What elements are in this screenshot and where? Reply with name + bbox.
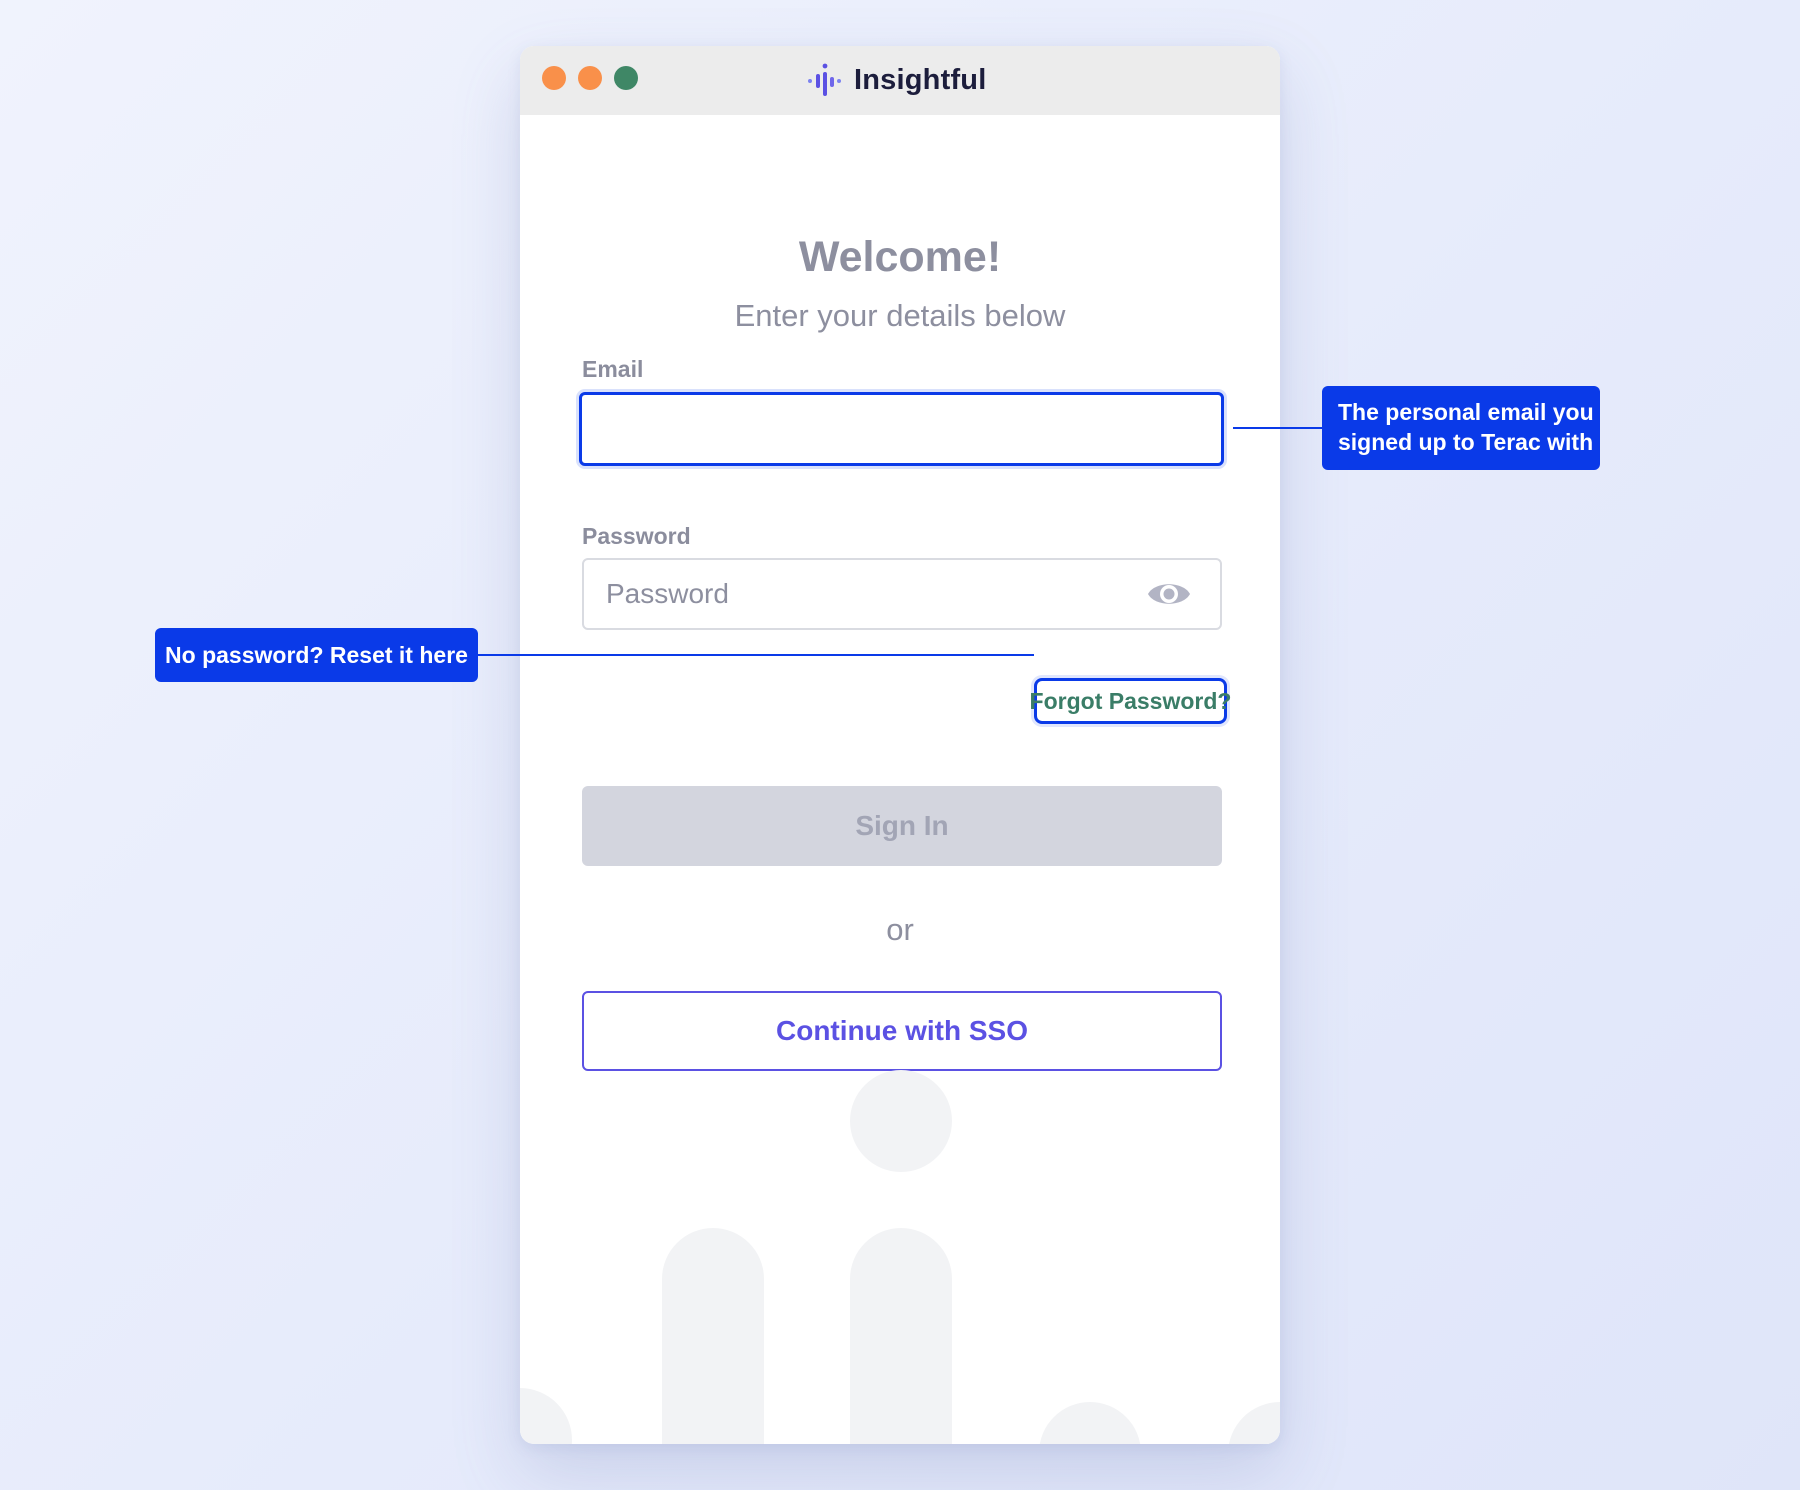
insightful-logo-icon [808, 63, 841, 96]
login-form: Welcome! Enter your details below Email … [520, 115, 1280, 1444]
decorative-circle [520, 1388, 572, 1444]
email-label: Email [582, 356, 644, 382]
forgot-password-link[interactable]: Forgot Password? [1030, 678, 1231, 724]
page-subtitle: Enter your details below [734, 298, 1066, 333]
title-bar: Insightful [520, 46, 1280, 115]
close-window-button[interactable] [542, 66, 566, 90]
password-field[interactable] [584, 560, 1144, 628]
decorative-dot [850, 1070, 952, 1172]
email-callout-connector [1233, 427, 1322, 429]
password-field-container [582, 558, 1222, 630]
brand: Insightful [806, 58, 986, 102]
or-divider: or [886, 912, 914, 947]
email-field[interactable] [579, 392, 1224, 466]
minimize-window-button[interactable] [578, 66, 602, 90]
app-window: Insightful Welcome! Enter your details b… [520, 46, 1280, 1444]
eye-icon[interactable] [1146, 576, 1192, 612]
email-callout-line: signed up to Terac with [1338, 429, 1594, 455]
forgot-password-callout: No password? Reset it here [155, 628, 478, 682]
brand-name: Insightful [854, 63, 987, 96]
maximize-window-button[interactable] [614, 66, 638, 90]
decorative-circle [1228, 1402, 1280, 1444]
decorative-bar [850, 1228, 952, 1444]
email-callout-line: The personal email you [1338, 399, 1594, 425]
decorative-bar [1039, 1402, 1141, 1444]
password-label: Password [582, 523, 691, 549]
email-callout: The personal email you signed up to Tera… [1322, 386, 1600, 470]
sign-in-button[interactable]: Sign In [582, 786, 1222, 866]
forgot-callout-connector [478, 654, 1034, 656]
decorative-bar [662, 1228, 764, 1444]
page-title: Welcome! [798, 233, 1002, 281]
continue-with-sso-button[interactable]: Continue with SSO [582, 991, 1222, 1071]
